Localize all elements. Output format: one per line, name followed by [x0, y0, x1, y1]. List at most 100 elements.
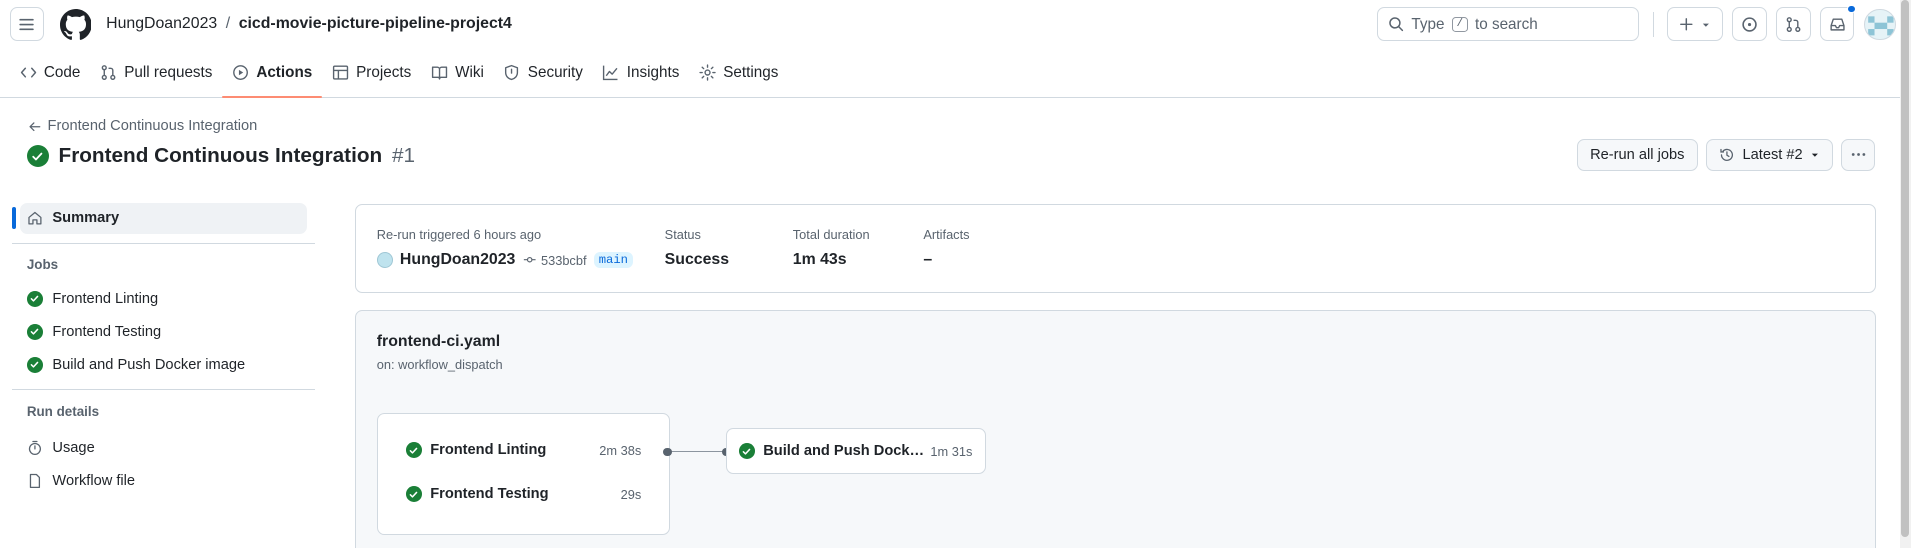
tab-code[interactable]: Code [10, 48, 90, 97]
artifacts-value: – [923, 251, 933, 269]
latest-attempt-dropdown[interactable]: Latest #2 [1706, 139, 1833, 171]
trigger-label: Re-run triggered 6 hours ago [376, 226, 542, 242]
pull-request-icon [1786, 16, 1801, 32]
graph-job-name: Frontend Testing [430, 486, 549, 503]
run-sidebar: Summary Jobs Frontend Linting Frontend T… [12, 202, 317, 498]
success-check-icon [738, 443, 755, 460]
menu-icon [19, 18, 35, 30]
page-scrollbar[interactable] [1899, 0, 1911, 548]
tab-security[interactable]: Security [494, 48, 593, 97]
file-icon [29, 473, 40, 488]
artifacts-info: Artifacts – [923, 227, 969, 269]
artifacts-label: Artifacts [923, 226, 970, 242]
global-header: HungDoan2023 / cicd-movie-picture-pipeli… [0, 0, 1911, 49]
run-title: Frontend Continuous Integration #1 [26, 143, 416, 168]
latest-attempt-label: Latest #2 [1742, 146, 1803, 163]
sidebar-summary-label: Summary [52, 210, 120, 227]
code-icon [20, 67, 36, 78]
sidebar-item-workflow-file[interactable]: Workflow file [12, 465, 317, 497]
sidebar-divider [12, 389, 315, 391]
tab-label: Actions [256, 64, 313, 82]
arrow-left-icon [29, 121, 41, 131]
triangle-down-icon [1811, 153, 1818, 157]
sidebar-workflow-file-label: Workflow file [52, 472, 136, 489]
job-group-card: Frontend Linting 2m 38s Frontend Testing… [376, 413, 670, 536]
sidebar-item-summary[interactable]: Summary [12, 202, 308, 235]
search-suffix: to search [1475, 15, 1538, 33]
sidebar-item-usage[interactable]: Usage [12, 432, 317, 464]
graph-job-name: Frontend Linting [430, 442, 547, 459]
tab-label: Projects [356, 64, 412, 82]
tab-label: Wiki [455, 64, 484, 82]
duration-value: 1m 43s [792, 251, 847, 269]
tab-actions[interactable]: Actions [222, 48, 322, 99]
tab-insights[interactable]: Insights [593, 48, 689, 97]
commit-link[interactable]: 533bcbf [523, 253, 587, 268]
actor-name-link[interactable]: HungDoan2023 [400, 251, 515, 269]
shield-icon [505, 65, 519, 81]
connector-start-dot [663, 447, 672, 457]
issues-button[interactable] [1732, 7, 1767, 42]
table-icon [332, 65, 348, 80]
search-shortcut-key: / [1451, 16, 1468, 33]
inbox-icon [1830, 18, 1845, 31]
repo-name-link[interactable]: cicd-movie-picture-pipeline-project4 [239, 15, 512, 33]
status-value: Success [664, 251, 730, 269]
workflow-trigger: on: workflow_dispatch [376, 357, 503, 373]
active-indicator [12, 207, 16, 230]
triangle-down-icon [1702, 23, 1709, 27]
tab-label: Pull requests [124, 64, 213, 82]
more-options-button[interactable] [1841, 139, 1876, 171]
graph-icon [603, 65, 618, 81]
success-check-icon [405, 442, 422, 459]
create-new-button[interactable] [1666, 7, 1723, 42]
duration-info: Total duration 1m 43s [793, 227, 870, 269]
actor-avatar[interactable] [376, 252, 393, 268]
workflow-file-name: frontend-ci.yaml [376, 332, 501, 350]
git-commit-icon [523, 257, 536, 263]
graph-job-testing[interactable]: Frontend Testing 29s [405, 486, 642, 503]
tab-projects[interactable]: Projects [322, 48, 421, 97]
run-number: #1 [391, 143, 416, 167]
gear-icon [699, 64, 716, 81]
back-to-workflow-link[interactable]: Frontend Continuous Integration [28, 118, 257, 134]
duration-label: Total duration [792, 226, 870, 242]
repo-owner-link[interactable]: HungDoan2023 [106, 15, 217, 33]
tab-label: Insights [626, 64, 680, 82]
inbox-button[interactable] [1820, 4, 1856, 42]
github-logo-icon[interactable] [59, 8, 92, 41]
notification-indicator [1847, 4, 1856, 14]
jobs-heading: Jobs [26, 257, 59, 273]
tab-label: Code [43, 64, 81, 82]
tab-settings[interactable]: Settings [689, 48, 788, 97]
breadcrumb-separator: / [225, 15, 231, 33]
sidebar-job-label: Frontend Linting [52, 290, 159, 307]
search-input[interactable]: Type / to search [1377, 7, 1639, 42]
kebab-horizontal-icon [1851, 153, 1866, 157]
branch-label[interactable]: main [593, 251, 633, 269]
pull-request-icon [101, 65, 116, 81]
commit-sha: 533bcbf [540, 252, 587, 268]
sidebar-job-item[interactable]: Frontend Linting [12, 283, 317, 315]
user-avatar[interactable] [1864, 8, 1896, 41]
sidebar-divider [12, 242, 315, 244]
run-title-text: Frontend Continuous Integration [58, 143, 383, 167]
tab-label: Settings [723, 64, 779, 82]
graph-job-build-push[interactable]: Build and Push Docker image 1m 31s [725, 427, 986, 475]
status-label: Status [664, 226, 701, 242]
identicon-icon [1865, 9, 1895, 40]
success-check-icon [26, 290, 43, 307]
sidebar-job-item[interactable]: Frontend Testing [12, 316, 317, 348]
tab-pull-requests[interactable]: Pull requests [90, 48, 222, 97]
sidebar-job-item[interactable]: Build and Push Docker image [12, 349, 317, 381]
tab-wiki[interactable]: Wiki [421, 48, 494, 97]
sidebar-usage-label: Usage [52, 439, 95, 456]
graph-job-linting[interactable]: Frontend Linting 2m 38s [405, 442, 641, 459]
graph-job-duration: 29s [620, 486, 642, 502]
pull-requests-button[interactable] [1776, 7, 1811, 42]
graph-job-name: Build and Push Docker image [763, 443, 928, 460]
plus-icon [1679, 18, 1693, 31]
trigger-info: Re-run triggered 6 hours ago HungDoan202… [376, 226, 633, 269]
rerun-all-jobs-button[interactable]: Re-run all jobs [1576, 139, 1698, 171]
hamburger-menu-button[interactable] [9, 7, 44, 42]
